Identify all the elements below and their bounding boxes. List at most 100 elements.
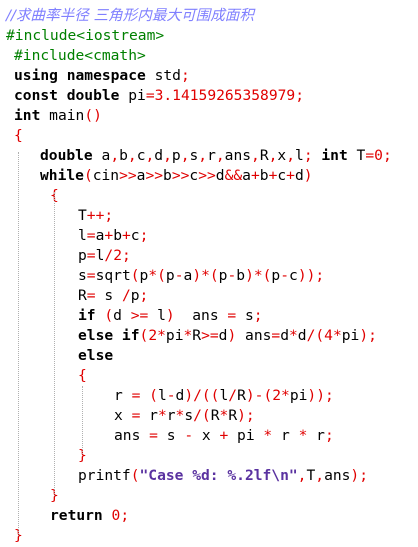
code-token: main	[49, 107, 85, 124]
code-token: *(	[148, 267, 166, 284]
code-token: l	[157, 307, 166, 324]
code-token: ,	[110, 147, 120, 164]
code-token: +	[250, 167, 260, 184]
code-token: s	[104, 287, 122, 304]
code-token: +	[219, 427, 238, 444]
code-token: d	[294, 167, 304, 184]
code-token: r	[166, 407, 176, 424]
code-token: p	[271, 267, 281, 284]
code-token: c	[136, 147, 146, 164]
code-token: //求曲率半径 三角形内最大可围成面积	[6, 7, 254, 24]
code-token: d	[280, 327, 289, 344]
code-token: =	[86, 247, 96, 264]
code-token: +	[121, 227, 131, 244]
code-token: pi	[237, 427, 264, 444]
code-token: c	[277, 167, 287, 184]
code-token: =	[86, 227, 96, 244]
code-token: ,	[145, 147, 155, 164]
code-token: R	[259, 147, 269, 164]
code-token: a	[242, 167, 251, 184]
code-token: 2	[113, 247, 122, 264]
code-token: ;	[180, 67, 190, 84]
code-token: int	[321, 147, 357, 164]
code-token: ,	[198, 147, 208, 164]
code-token: (	[130, 267, 140, 284]
code-line: while(cin>>a>>b>>c>>d&&a+b+c+d)	[40, 166, 313, 186]
code-token: T	[78, 207, 87, 224]
code-line: s=sqrt(p*(p-a)*(p-b)*(p-c));	[78, 266, 324, 286]
code-token: 3.14159265358979	[154, 87, 296, 104]
code-line: double a,b,c,d,p,s,r,ans,R,x,l; int T=0;	[40, 146, 392, 166]
code-token: ans	[245, 327, 272, 344]
code-token: double	[40, 147, 102, 164]
code-token: pi	[341, 327, 360, 344]
code-token: >>	[171, 167, 190, 184]
code-token: -	[166, 387, 176, 404]
code-token: #include<cmath>	[14, 47, 146, 64]
code-token: p	[171, 147, 181, 164]
code-token: =	[86, 267, 96, 284]
code-token: b	[119, 147, 128, 164]
code-line: #include<cmath>	[14, 46, 146, 66]
code-token: d	[297, 327, 307, 344]
code-token: ;	[139, 287, 149, 304]
code-token: R	[192, 327, 202, 344]
code-token: ,	[315, 467, 325, 484]
code-token: pi	[165, 327, 184, 344]
code-token: 2	[272, 387, 282, 404]
code-token: r	[280, 427, 299, 444]
code-token: c	[289, 267, 298, 284]
code-token: 4	[324, 327, 333, 344]
code-line: ans = s - x + pi * r * r;	[114, 426, 334, 446]
code-token: s	[189, 147, 199, 164]
code-token: /(	[193, 407, 211, 424]
code-token: )	[227, 327, 246, 344]
code-token: l	[219, 387, 229, 404]
code-token: s	[184, 407, 194, 424]
code-token: sqrt	[95, 267, 131, 284]
code-token: *	[263, 427, 281, 444]
code-editor[interactable]: //求曲率半径 三角形内最大可围成面积 #include<iostream> #in…	[0, 0, 418, 547]
code-token: =	[145, 87, 155, 104]
code-token: d	[175, 387, 185, 404]
code-token: ));	[307, 387, 334, 404]
code-token: 2	[148, 327, 158, 344]
code-token: ;	[253, 307, 263, 324]
code-token: ans	[224, 147, 252, 164]
code-token: >>	[198, 167, 216, 184]
code-token: while	[40, 167, 84, 184]
code-token: -	[280, 267, 290, 284]
code-token: ,	[251, 147, 260, 164]
code-token: x	[114, 407, 132, 424]
code-token: r	[149, 407, 158, 424]
code-token: ,	[215, 147, 225, 164]
code-line: using namespace std;	[14, 66, 190, 86]
code-token: /(	[306, 327, 325, 344]
code-token: p	[130, 287, 140, 304]
code-token: d	[113, 307, 131, 324]
code-token: /	[228, 387, 238, 404]
indent-guide	[18, 152, 19, 536]
code-token: l	[157, 387, 167, 404]
code-token: -	[227, 267, 237, 284]
code-token: c	[130, 227, 140, 244]
code-token: return	[50, 507, 112, 524]
code-token: )-(	[245, 387, 273, 404]
code-line: if (d >= l) ans = s;	[78, 306, 263, 326]
code-token: &&	[224, 167, 243, 184]
code-token: )*(	[245, 267, 272, 284]
code-token: -	[174, 267, 184, 284]
code-token: =	[365, 147, 375, 164]
code-token: r	[207, 147, 216, 164]
code-token: if	[78, 307, 105, 324]
code-token: ));	[297, 267, 325, 284]
code-token: T	[306, 467, 316, 484]
code-token: l	[295, 147, 304, 164]
code-token: ;	[120, 507, 130, 524]
code-token: else	[78, 347, 114, 364]
code-token: >=	[130, 307, 158, 324]
code-token: ;	[303, 147, 322, 164]
code-token: {	[14, 127, 23, 144]
code-token: *	[281, 387, 290, 404]
code-token: >=	[201, 327, 219, 344]
